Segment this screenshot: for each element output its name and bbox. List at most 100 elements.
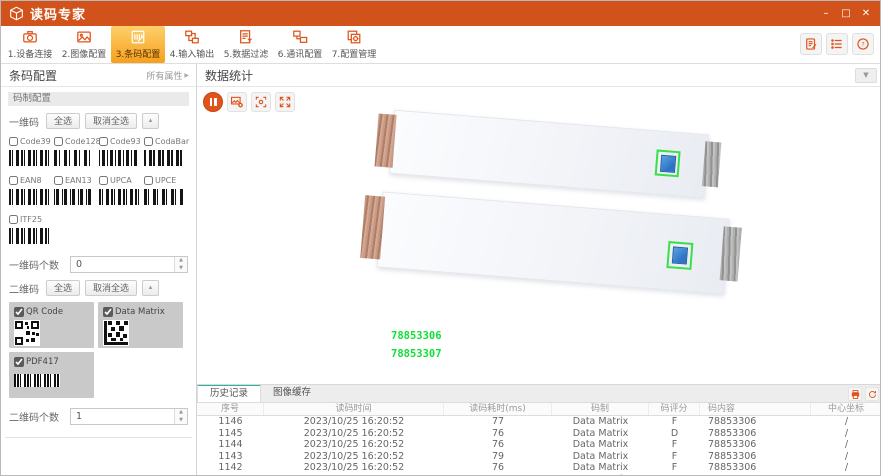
barcode-checkbox[interactable] <box>9 137 18 146</box>
table-cell-time: 2023/10/25 16:20:52 <box>264 451 444 463</box>
table-row[interactable]: 1144 2023/10/25 16:20:52 76 Data Matrix … <box>197 439 881 451</box>
deselect-all-2d-button[interactable]: 取消全选 <box>85 280 137 296</box>
barcode-1d-item: EAN8 <box>9 174 51 207</box>
spin-down-button[interactable]: ▼ <box>175 265 187 273</box>
barcode-checkbox[interactable] <box>14 357 24 367</box>
nav-tab-device-connection[interactable]: 1.设备连接 <box>3 26 57 63</box>
pause-icon <box>210 98 213 106</box>
save-image-icon <box>230 95 244 109</box>
table-cell-content: 78853306 <box>700 428 811 440</box>
product-slab-bottom <box>377 191 730 294</box>
minimize-button[interactable]: – <box>816 5 836 23</box>
table-cell-center: / <box>811 462 881 474</box>
table-cell-center: / <box>811 439 881 451</box>
barcode-checkbox[interactable] <box>9 215 18 224</box>
save-image-button[interactable] <box>227 92 247 112</box>
column-header: 码评分 <box>649 403 700 415</box>
count-2d-label: 二维码个数 <box>9 409 59 424</box>
nav-tab-comm-config[interactable]: 6.通讯配置 <box>273 26 327 63</box>
nav-tab-barcode-config[interactable]: 3.条码配置 <box>111 26 165 63</box>
nav-tab-config-manage[interactable]: 7.配置管理 <box>327 26 381 63</box>
barcode-checkbox[interactable] <box>14 307 24 317</box>
barcode-preview <box>99 189 139 205</box>
barcode-checkbox[interactable] <box>54 176 63 185</box>
nav-tab-label: 6.通讯配置 <box>278 47 323 60</box>
select-all-1d-button[interactable]: 全选 <box>46 113 80 129</box>
table-row[interactable]: 1146 2023/10/25 16:20:52 77 Data Matrix … <box>197 416 881 428</box>
table-cell-content: 78853306 <box>700 416 811 428</box>
barcode-checkbox[interactable] <box>99 176 108 185</box>
barcode-preview <box>99 150 139 166</box>
barcode-label: CodaBar <box>155 137 189 146</box>
table-row[interactable]: 1145 2023/10/25 16:20:52 76 Data Matrix … <box>197 428 881 440</box>
collapse-1d-button[interactable]: ▲ <box>142 113 159 129</box>
printer-icon <box>850 389 861 400</box>
divider <box>5 437 192 438</box>
all-properties-link[interactable]: 所有属性 ▶ <box>146 69 189 82</box>
help-button[interactable]: ? <box>852 33 874 55</box>
table-cell-index: 1143 <box>197 451 264 463</box>
column-header: 序号 <box>197 403 264 415</box>
report-button[interactable] <box>800 33 822 55</box>
spin-up-button[interactable]: ▲ <box>175 409 187 417</box>
barcode-1d-item: CodaBar <box>144 135 186 168</box>
table-row[interactable]: 1142 2023/10/25 16:20:52 76 Data Matrix … <box>197 462 881 474</box>
table-row[interactable]: 1143 2023/10/25 16:20:52 79 Data Matrix … <box>197 451 881 463</box>
count-1d-input[interactable]: 0 ▲ ▼ <box>70 256 188 273</box>
column-header: 读码时间 <box>264 403 444 415</box>
barcode-1d-item: EAN13 <box>54 174 96 207</box>
detection-result-text: 78853307 <box>391 348 442 366</box>
barcode-checkbox[interactable] <box>99 137 108 146</box>
count-2d-input[interactable]: 1 ▲ ▼ <box>70 408 188 425</box>
gray-tape <box>720 227 742 282</box>
maximize-button[interactable]: □ <box>836 5 856 23</box>
pdf417-tile: PDF417 <box>9 352 94 398</box>
table-cell-index: 1142 <box>197 462 264 474</box>
table-cell-codetype: Data Matrix <box>552 462 649 474</box>
barcode-config-panel: 条码配置 所有属性 ▶ 码制配置 一维码 全选 取消全选 ▲ Code39 <box>1 64 197 476</box>
nav-tab-data-filter[interactable]: 5.数据过滤 <box>219 26 273 63</box>
refresh-icon <box>867 389 878 400</box>
barcode-checkbox[interactable] <box>9 176 18 185</box>
list-button[interactable] <box>826 33 848 55</box>
history-table-header: 序号 读码时间 读码耗时(ms) 码制 码评分 码内容 中心坐标 <box>197 403 881 416</box>
close-button[interactable]: ✕ <box>856 5 876 23</box>
barcode-checkbox[interactable] <box>144 137 153 146</box>
export-button[interactable] <box>848 387 862 401</box>
table-cell-codetype: Data Matrix <box>552 451 649 463</box>
spin-up-button[interactable]: ▲ <box>175 257 187 265</box>
spin-down-button[interactable]: ▼ <box>175 417 187 425</box>
nav-tab-image-config[interactable]: 2.图像配置 <box>57 26 111 63</box>
table-cell-center: / <box>811 451 881 463</box>
pause-button[interactable] <box>203 92 223 112</box>
data-filter-icon <box>238 29 254 45</box>
panel-dropdown-button[interactable]: ▼ <box>855 68 877 83</box>
barcode-checkbox[interactable] <box>54 137 63 146</box>
refresh-button[interactable] <box>865 387 879 401</box>
barcode-1d-grid: Code39 Code128 Code93 CodaBar <box>9 135 188 246</box>
table-cell-index: 1144 <box>197 439 264 451</box>
fullscreen-button[interactable] <box>275 92 295 112</box>
image-icon <box>76 29 92 45</box>
fit-view-button[interactable] <box>251 92 271 112</box>
table-cell-codetype: Data Matrix <box>552 416 649 428</box>
gray-tape <box>702 141 721 187</box>
select-all-2d-button[interactable]: 全选 <box>46 280 80 296</box>
table-cell-grade: D <box>649 428 700 440</box>
data-statistics-panel: 数据统计 ▼ <box>197 64 881 476</box>
table-cell-time: 2023/10/25 16:20:52 <box>264 428 444 440</box>
nav-tab-input-output[interactable]: 4.输入输出 <box>165 26 219 63</box>
tab-image-cache[interactable]: 图像缓存 <box>261 385 323 402</box>
table-cell-index: 1145 <box>197 428 264 440</box>
pdf417-preview <box>14 374 60 387</box>
barcode-2d-grid: QR Code Data Matrix PDF417 <box>9 302 188 398</box>
collapse-2d-button[interactable]: ▲ <box>142 280 159 296</box>
window-title: 读码专家 <box>30 4 86 23</box>
history-table-body: 1146 2023/10/25 16:20:52 77 Data Matrix … <box>197 416 881 476</box>
deselect-all-1d-button[interactable]: 取消全选 <box>85 113 137 129</box>
tab-history[interactable]: 历史记录 <box>197 385 261 402</box>
barcode-checkbox[interactable] <box>103 307 113 317</box>
table-cell-codetype: Data Matrix <box>552 428 649 440</box>
barcode-checkbox[interactable] <box>144 176 153 185</box>
input-output-icon <box>184 29 200 45</box>
